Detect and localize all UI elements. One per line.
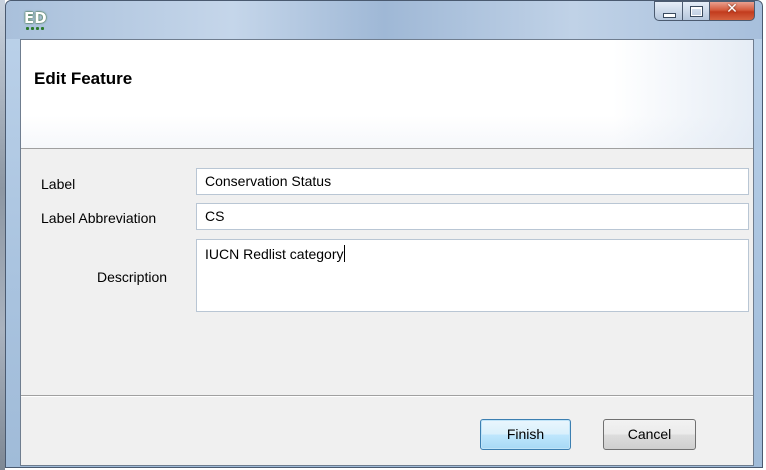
label-abbreviation-field[interactable]: CS xyxy=(196,203,749,230)
text-caret xyxy=(343,245,345,262)
description-field[interactable]: IUCN Redlist category xyxy=(196,239,749,312)
maximize-button[interactable] xyxy=(682,1,709,21)
dialog-client-area: Edit Feature Label Conservation Status L… xyxy=(20,39,754,466)
close-icon: ✕ xyxy=(726,1,738,17)
window-controls: ✕ xyxy=(654,1,755,23)
app-icon-dots xyxy=(25,26,45,31)
maximize-icon xyxy=(690,6,703,17)
minimize-button[interactable] xyxy=(654,1,682,21)
label-abbreviation-caption: Label Abbreviation xyxy=(41,210,157,226)
label-field-value: Conservation Status xyxy=(205,173,332,189)
label-field[interactable]: Conservation Status xyxy=(196,168,749,195)
minimize-icon xyxy=(663,13,676,18)
description-caption: Description xyxy=(97,269,168,285)
finish-button[interactable]: Finish xyxy=(480,419,571,450)
label-caption: Label xyxy=(41,176,76,192)
footer-divider-highlight xyxy=(21,396,753,397)
dialog-window: ED ✕ Edit Feature Label Conservation Sta… xyxy=(5,0,763,468)
page-title: Edit Feature xyxy=(34,69,133,88)
close-button[interactable]: ✕ xyxy=(709,1,755,21)
header-decoration xyxy=(613,40,753,148)
app-icon-text: ED xyxy=(24,9,47,27)
app-icon: ED xyxy=(24,9,47,32)
cancel-button[interactable]: Cancel xyxy=(603,419,696,450)
title-bar[interactable]: ED ✕ xyxy=(6,1,762,39)
label-abbreviation-value: CS xyxy=(205,208,225,224)
dialog-header: Edit Feature xyxy=(21,40,753,149)
description-value: IUCN Redlist category xyxy=(205,246,344,262)
